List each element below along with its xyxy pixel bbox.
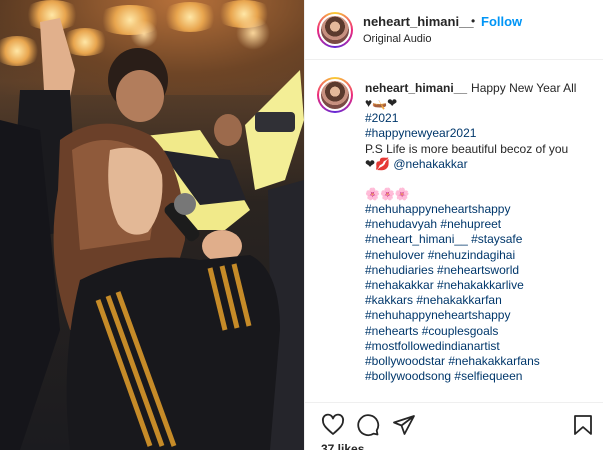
caption-first-text: Happy New Year All <box>471 81 577 95</box>
hashtag[interactable]: #nehuhappyneheartshappy <box>365 202 597 217</box>
mention-link[interactable]: @nehakakkar <box>393 157 467 171</box>
hashtag[interactable]: #neheart_himani__ #staysafe <box>365 232 597 247</box>
post-header: neheart_himani__ • Follow Original Audio <box>305 0 603 60</box>
flower-emoji-line: 🌸🌸🌸 <box>365 187 410 202</box>
separator-dot: • <box>471 14 476 28</box>
hashtag[interactable]: #nehakakkar #nehakakkarlive <box>365 278 597 293</box>
likes-count[interactable]: 37 likes <box>321 442 364 450</box>
comments-section: neheart_himani__ Happy New Year All ♥🛶❤ #… <box>305 61 603 401</box>
share-icon[interactable] <box>392 413 416 437</box>
hashtag[interactable]: #nehearts #couplesgoals <box>365 324 597 339</box>
hashtag[interactable]: #bollywoodsong #selfiequeen <box>365 369 597 384</box>
hashtag[interactable]: #nehulover #nehuzindagihai <box>365 248 597 263</box>
emoji-line: ♥🛶❤ <box>365 96 398 111</box>
mention-emoji: ❤💋 <box>365 156 390 171</box>
avatar[interactable] <box>317 12 353 48</box>
follow-button[interactable]: Follow <box>481 14 522 29</box>
post-caption: neheart_himani__ Happy New Year All ♥🛶❤ #… <box>365 81 597 384</box>
hashtag[interactable]: #nehudavyah #nehupreet <box>365 217 597 232</box>
comment-icon[interactable] <box>356 413 380 437</box>
hashtag[interactable]: #kakkars #nehakakkarfan <box>365 293 597 308</box>
hashtag[interactable]: #nehuhappyneheartshappy <box>365 308 597 323</box>
bookmark-icon[interactable] <box>571 413 595 437</box>
hashtag[interactable]: #bollywoodstar #nehakakkarfans <box>365 354 597 369</box>
hashtag[interactable]: #2021 <box>365 111 597 126</box>
heart-icon[interactable] <box>321 413 345 437</box>
caption-avatar[interactable] <box>317 77 353 113</box>
post-sidebar: neheart_himani__ • Follow Original Audio… <box>304 0 603 450</box>
concert-scene <box>0 18 304 450</box>
hashtag[interactable]: #nehudiaries #neheartsworld <box>365 263 597 278</box>
username-link[interactable]: neheart_himani__ <box>363 14 474 29</box>
caption-ps-line: P.S Life is more beautiful becoz of you <box>365 141 569 156</box>
post-video[interactable] <box>0 0 304 450</box>
caption-author[interactable]: neheart_himani__ <box>365 81 467 95</box>
hashtag[interactable]: #happynewyear2021 <box>365 126 597 141</box>
hashtag[interactable]: #mostfollowedindianartist <box>365 339 597 354</box>
audio-label[interactable]: Original Audio <box>363 33 432 45</box>
